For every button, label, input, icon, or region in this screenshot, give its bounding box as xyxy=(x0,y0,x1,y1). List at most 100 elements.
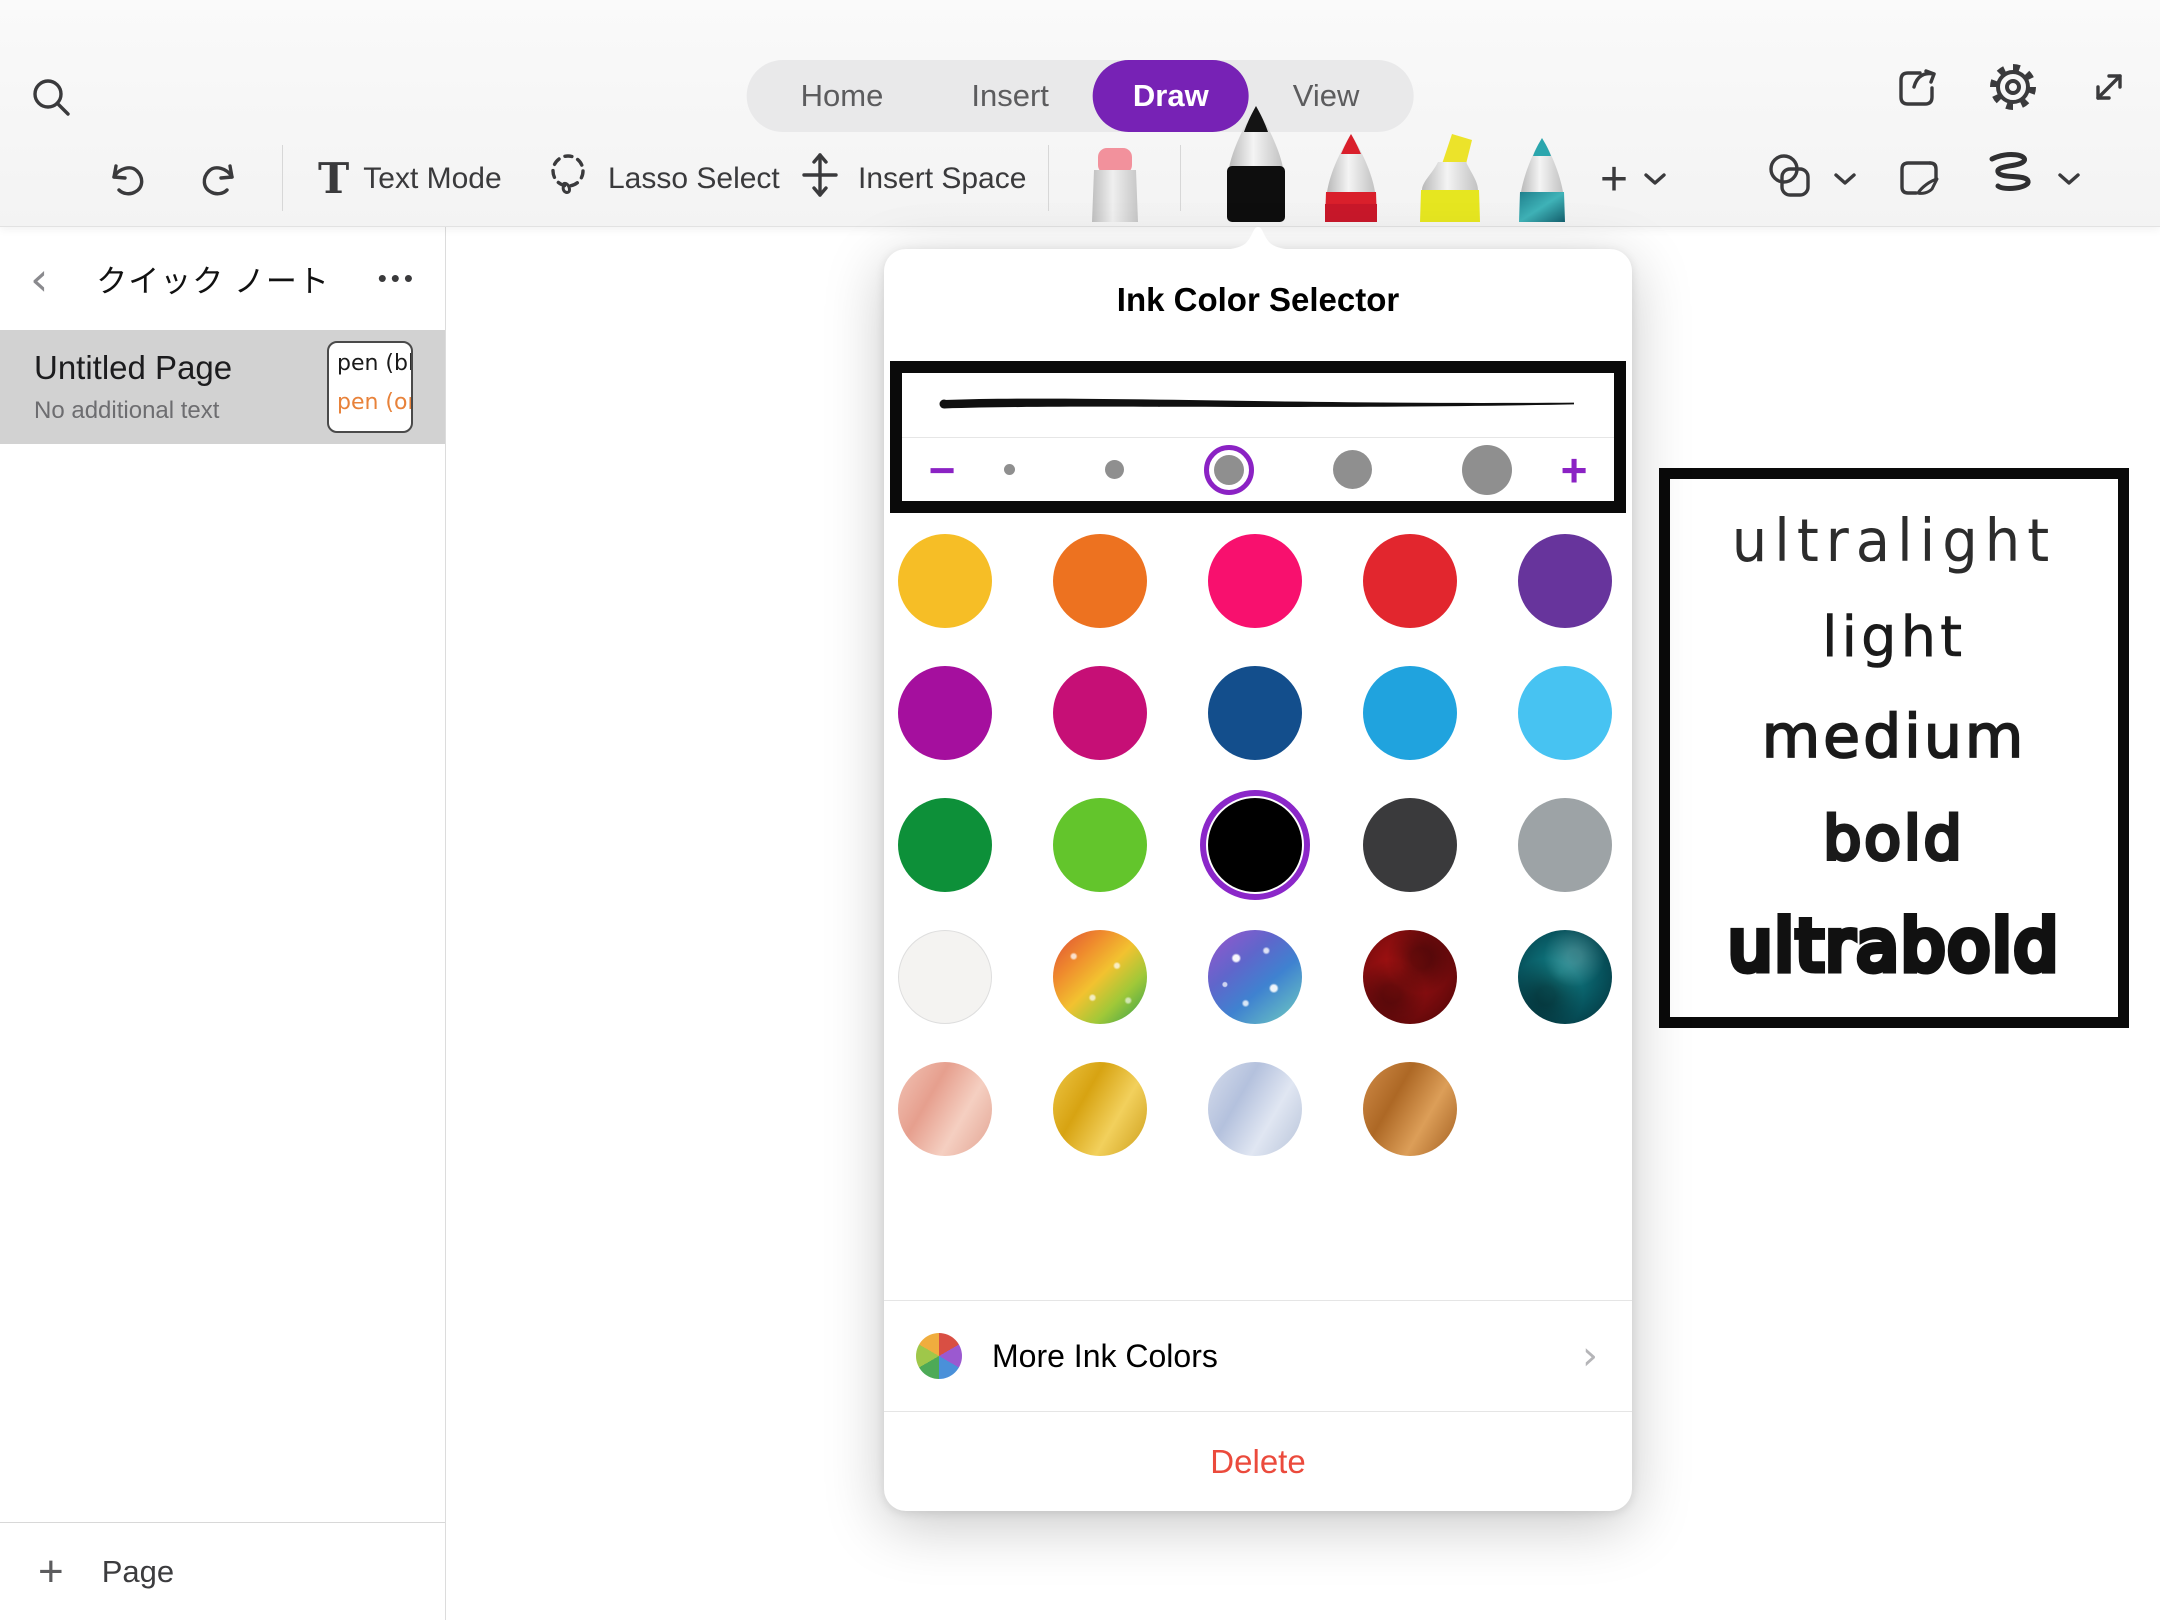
ink-color-dark-gray[interactable] xyxy=(1363,798,1457,892)
more-menu-icon[interactable]: ••• xyxy=(378,263,417,294)
page-list-sidebar: ‹ クイック ノート ••• Untitled Page No addition… xyxy=(0,227,446,1620)
window-actions xyxy=(1890,60,2134,114)
tab-home[interactable]: Home xyxy=(757,60,928,132)
insert-space-icon xyxy=(796,149,844,209)
ink-text-ultrabold: ultrabold xyxy=(1728,905,2060,987)
ink-color-navy-blue[interactable] xyxy=(1208,666,1302,760)
thickness-dots xyxy=(982,445,1534,495)
stroke-preview xyxy=(902,373,1614,437)
ink-text-medium: medium xyxy=(1762,702,2027,772)
ink-color-black[interactable] xyxy=(1208,798,1302,892)
page-list-item-selected[interactable]: Untitled Page No additional text pen (bl… xyxy=(0,330,445,444)
ink-color-rose-gold[interactable] xyxy=(898,1062,992,1156)
pencil-teal-tool[interactable] xyxy=(1506,134,1578,227)
ink-color-silver[interactable] xyxy=(1208,1062,1302,1156)
eraser-tool[interactable] xyxy=(1082,146,1148,227)
plus-icon: + xyxy=(38,1550,64,1594)
toolbar: Home Insert Draw View xyxy=(0,0,2160,227)
thumbnail-ink-line-black: pen (bl xyxy=(337,351,411,376)
lasso-select-icon xyxy=(542,149,594,209)
add-pen-button[interactable]: + xyxy=(1600,131,1668,227)
plus-icon: + xyxy=(1600,152,1628,207)
thickness-dot-3[interactable] xyxy=(1214,455,1244,485)
share-icon[interactable] xyxy=(1890,61,1942,113)
draw-tools-row: T Text Mode Lasso Select Insert Space xyxy=(0,131,2160,227)
ink-color-gray[interactable] xyxy=(1518,798,1612,892)
chevron-down-icon xyxy=(1832,171,1858,187)
thickness-selector-frame: − + xyxy=(890,361,1626,513)
ink-color-red[interactable] xyxy=(1363,534,1457,628)
back-chevron-icon[interactable]: ‹ xyxy=(30,256,48,302)
ink-text-light: light xyxy=(1822,605,1966,670)
delete-pen-button[interactable]: Delete xyxy=(884,1412,1632,1511)
redo-icon[interactable] xyxy=(196,131,242,227)
popup-title: Ink Color Selector xyxy=(884,281,1632,319)
sidebar-header: ‹ クイック ノート ••• xyxy=(0,227,445,330)
text-mode-button[interactable]: T Text Mode xyxy=(318,131,502,227)
ink-text-ultralight: ultralight xyxy=(1732,507,2056,575)
ink-color-pink[interactable] xyxy=(1208,534,1302,628)
more-ink-colors-button[interactable]: More Ink Colors › xyxy=(884,1301,1632,1411)
ink-color-magenta[interactable] xyxy=(898,666,992,760)
ink-color-selector-popup: Ink Color Selector − + More Ink Colors › xyxy=(884,249,1632,1511)
ribbon-tabs: Home Insert Draw View xyxy=(747,60,1414,132)
ink-to-text-button[interactable] xyxy=(1892,131,1948,227)
ink-color-teal-marble[interactable] xyxy=(1518,930,1612,1024)
thickness-dot-5[interactable] xyxy=(1462,445,1512,495)
highlighter-yellow-tool[interactable] xyxy=(1408,130,1492,227)
settings-gear-icon[interactable] xyxy=(1986,60,2040,114)
thumbnail-ink-line-orange: pen (ora xyxy=(337,390,411,415)
ink-color-red-marble[interactable] xyxy=(1363,930,1457,1024)
page-title: Untitled Page xyxy=(34,349,327,387)
color-wheel-icon xyxy=(916,1333,962,1379)
pen-red-tool[interactable] xyxy=(1312,130,1390,227)
undo-icon[interactable] xyxy=(104,131,150,227)
increase-thickness-button[interactable]: + xyxy=(1534,447,1614,493)
insert-space-label: Insert Space xyxy=(858,162,1026,196)
ink-color-purple[interactable] xyxy=(1518,534,1612,628)
handwriting-sample-box: ultralight light medium bold ultrabold xyxy=(1659,468,2129,1028)
shapes-icon xyxy=(1762,149,1818,209)
pen-black-tool[interactable] xyxy=(1212,104,1300,227)
shapes-button[interactable] xyxy=(1762,131,1858,227)
ink-color-galaxy[interactable] xyxy=(1208,930,1302,1024)
search-icon[interactable] xyxy=(28,74,76,122)
notebook-title: クイック ノート xyxy=(48,256,377,301)
thickness-controls: − + xyxy=(902,438,1614,501)
ink-color-rainbow-glitter[interactable] xyxy=(1053,930,1147,1024)
add-page-label: Page xyxy=(102,1554,174,1590)
ink-color-gold[interactable] xyxy=(1053,1062,1147,1156)
ink-color-white[interactable] xyxy=(898,930,992,1024)
ink-color-green[interactable] xyxy=(898,798,992,892)
ink-color-sky-blue[interactable] xyxy=(1518,666,1612,760)
lasso-select-label: Lasso Select xyxy=(608,162,780,196)
ink-color-bronze[interactable] xyxy=(1363,1062,1457,1156)
add-page-button[interactable]: + Page xyxy=(0,1522,445,1620)
toolbar-separator xyxy=(1048,145,1049,211)
ink-replay-button[interactable] xyxy=(1984,131,2082,227)
scribble-icon xyxy=(1984,149,2042,209)
popup-caret xyxy=(1190,225,1326,251)
toolbar-separator xyxy=(282,145,283,211)
ink-color-raspberry[interactable] xyxy=(1053,666,1147,760)
text-mode-icon: T xyxy=(318,158,349,200)
ink-color-blue[interactable] xyxy=(1363,666,1457,760)
page-subtitle: No additional text xyxy=(34,397,327,425)
tab-insert[interactable]: Insert xyxy=(927,60,1093,132)
thickness-dot-2[interactable] xyxy=(1105,460,1124,479)
chevron-down-icon xyxy=(1642,171,1668,187)
fullscreen-icon[interactable] xyxy=(2084,62,2134,112)
text-mode-label: Text Mode xyxy=(363,162,501,196)
thickness-dot-4[interactable] xyxy=(1333,450,1372,489)
ink-color-yellow[interactable] xyxy=(898,534,992,628)
decrease-thickness-button[interactable]: − xyxy=(902,447,982,493)
ink-color-orange[interactable] xyxy=(1053,534,1147,628)
ink-color-grid xyxy=(898,534,1616,1156)
thickness-dot-1[interactable] xyxy=(1004,464,1015,475)
lasso-select-button[interactable]: Lasso Select xyxy=(542,131,780,227)
chevron-right-icon: › xyxy=(1582,1333,1598,1379)
insert-space-button[interactable]: Insert Space xyxy=(796,131,1026,227)
chevron-down-icon xyxy=(2056,171,2082,187)
ribbon-tab-row: Home Insert Draw View xyxy=(0,0,2160,131)
ink-color-lime-green[interactable] xyxy=(1053,798,1147,892)
